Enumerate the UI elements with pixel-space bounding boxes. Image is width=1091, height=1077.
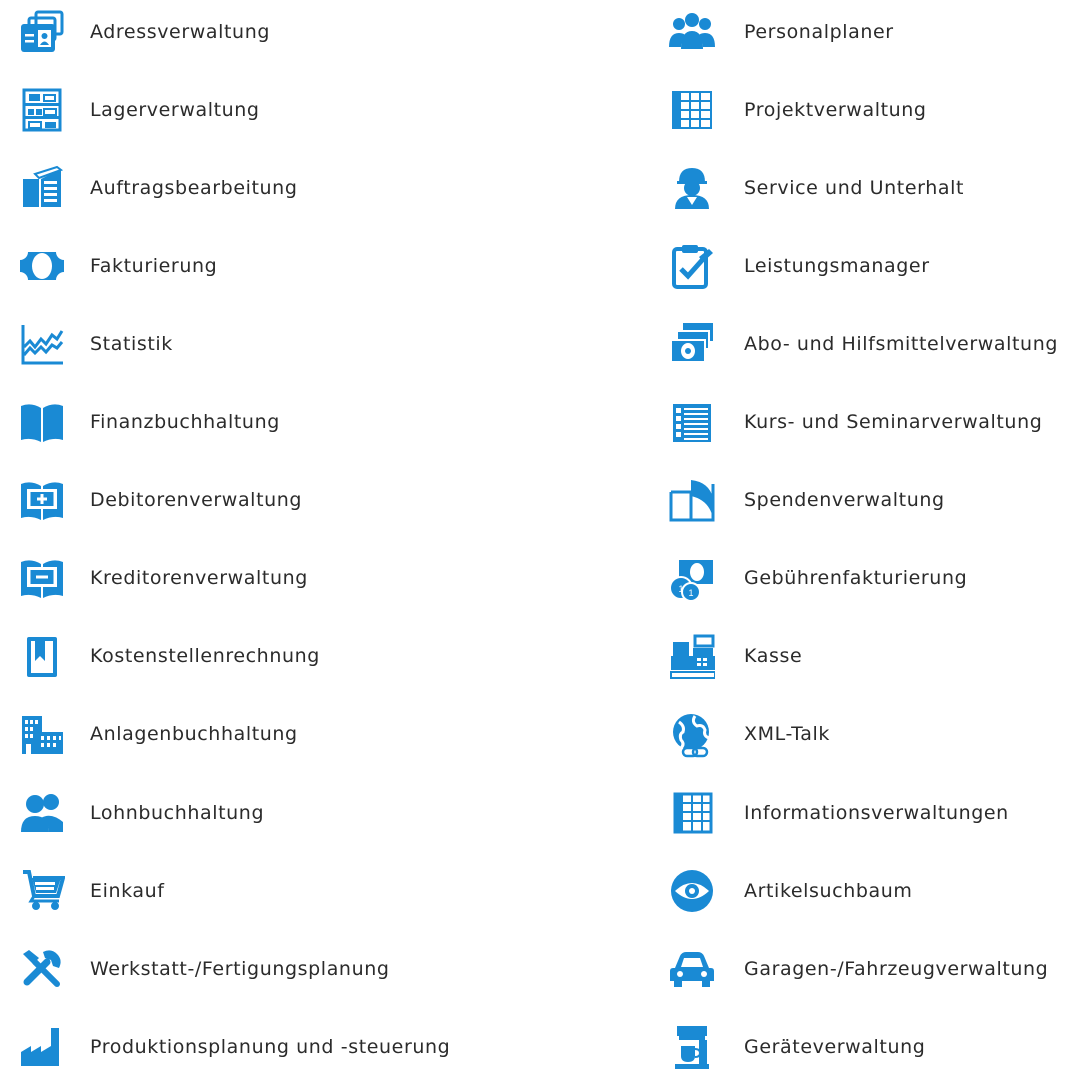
cash-register-icon (668, 633, 716, 681)
info-table-icon (668, 789, 716, 837)
module-item-kostenstellenrechnung[interactable]: Kostenstellenrechnung (18, 631, 320, 683)
module-label: Service und Unterhalt (744, 176, 965, 199)
module-label: Geräteverwaltung (744, 1035, 926, 1058)
module-item-xml-talk[interactable]: XML-Talk (668, 709, 830, 761)
donation-box-icon (668, 477, 716, 525)
module-item-produktionsplanung-und-steuerung[interactable]: Produktionsplanung und -steuerung (18, 1021, 450, 1073)
module-label: Werkstatt-/Fertigungsplanung (90, 957, 390, 980)
module-item-kurs-und-seminarverwaltung[interactable]: Kurs- und Seminarverwaltung (668, 397, 1042, 449)
module-label: Auftragsbearbeitung (90, 176, 298, 199)
module-label: Adressverwaltung (90, 20, 271, 43)
module-item-artikelsuchbaum[interactable]: Artikelsuchbaum (668, 865, 913, 917)
globe-link-icon (668, 711, 716, 759)
svg-text:1: 1 (678, 584, 683, 594)
module-label: Finanzbuchhaltung (90, 411, 280, 433)
svg-text:1: 1 (688, 588, 693, 598)
module-label: Kostenstellenrechnung (90, 645, 320, 668)
module-label: Artikelsuchbaum (744, 879, 913, 902)
module-item-leistungsmanager[interactable]: Leistungsmanager (668, 240, 930, 292)
module-item-gebuhrenfakturierung[interactable]: 1 1 Gebührenfakturierung (668, 553, 967, 605)
module-label: Lohnbuchhaltung (90, 801, 265, 824)
module-item-garagen-fahrzeugverwaltung[interactable]: Garagen-/Fahrzeugverwaltung (668, 943, 1048, 995)
shopping-cart-icon (18, 867, 66, 915)
module-item-kasse[interactable]: Kasse (668, 631, 802, 683)
module-item-spendenverwaltung[interactable]: Spendenverwaltung (668, 475, 945, 527)
module-label: Kurs- und Seminarverwaltung (744, 411, 1043, 433)
module-item-personalplaner[interactable]: Personalplaner (668, 6, 894, 58)
buildings-icon (18, 711, 66, 759)
car-icon (668, 945, 716, 993)
module-item-kreditorenverwaltung[interactable]: Kreditorenverwaltung (18, 553, 308, 605)
document-stack-icon (18, 164, 66, 212)
clipboard-check-icon (668, 242, 716, 290)
eye-icon (668, 867, 716, 915)
book-minus-icon (18, 555, 66, 603)
module-label: Gebührenfakturierung (744, 567, 968, 590)
coins-banknote-icon: 11 (668, 555, 716, 603)
module-label: Personalplaner (744, 20, 894, 43)
open-book-icon (18, 399, 66, 447)
warehouse-shelf-icon (18, 86, 66, 134)
module-label: Lagerverwaltung (90, 98, 260, 121)
module-label: Einkauf (90, 879, 165, 902)
module-label: Produktionsplanung und -steuerung (90, 1035, 451, 1058)
module-item-einkauf[interactable]: Einkauf (18, 865, 165, 917)
module-label: Spendenverwaltung (744, 489, 945, 512)
book-plus-icon (18, 477, 66, 525)
module-label: Garagen-/Fahrzeugverwaltung (744, 957, 1049, 980)
module-item-abo-und-hilfsmittelverwaltung[interactable]: Abo- und Hilfsmittelverwaltung (668, 318, 1058, 370)
module-item-lagerverwaltung[interactable]: Lagerverwaltung (18, 84, 260, 136)
address-card-icon (18, 8, 66, 56)
module-item-werkstatt-fertigungsplanung[interactable]: Werkstatt-/Fertigungsplanung (18, 943, 390, 995)
bookmark-book-icon (18, 633, 66, 681)
module-item-lohnbuchhaltung[interactable]: Lohnbuchhaltung (18, 787, 264, 839)
people-icon (18, 789, 66, 837)
grid-table-icon (668, 86, 716, 134)
list-table-icon (668, 399, 716, 447)
module-label: Projektverwaltung (744, 98, 927, 121)
module-item-statistik[interactable]: Statistik (18, 318, 173, 370)
module-label: Debitorenverwaltung (90, 489, 303, 512)
module-item-finanzbuchhaltung[interactable]: Finanzbuchhaltung (18, 397, 280, 449)
module-item-auftragsbearbeitung[interactable]: Auftragsbearbeitung (18, 162, 298, 214)
module-item-projektverwaltung[interactable]: Projektverwaltung (668, 84, 927, 136)
module-label: XML-Talk (744, 723, 830, 746)
module-label: Anlagenbuchhaltung (90, 723, 298, 746)
module-label: Informationsverwaltungen (744, 801, 1009, 824)
module-item-informationsverwaltungen[interactable]: Informationsverwaltungen (668, 787, 1009, 839)
line-chart-icon (18, 320, 66, 368)
module-label: Leistungsmanager (744, 254, 930, 277)
module-label: Kreditorenverwaltung (90, 567, 308, 590)
team-icon (668, 8, 716, 56)
coffee-machine-icon (668, 1023, 716, 1071)
module-label: Fakturierung (90, 254, 218, 277)
tools-icon (18, 945, 66, 993)
module-label: Kasse (744, 645, 803, 668)
module-label: Statistik (90, 332, 173, 355)
module-label: Abo- und Hilfsmittelverwaltung (744, 332, 1059, 355)
module-item-fakturierung[interactable]: Fakturierung (18, 240, 217, 292)
module-item-service-und-unterhalt[interactable]: Service und Unterhalt (668, 162, 964, 214)
module-item-debitorenverwaltung[interactable]: Debitorenverwaltung (18, 475, 302, 527)
banknote-icon (18, 242, 66, 290)
module-item-adressverwaltung[interactable]: Adressverwaltung (18, 6, 270, 58)
module-item-anlagenbuchhaltung[interactable]: Anlagenbuchhaltung (18, 709, 298, 761)
factory-icon (18, 1023, 66, 1071)
module-item-gerateverwaltung[interactable]: Geräteverwaltung (668, 1021, 925, 1073)
banknote-stack-icon (668, 320, 716, 368)
worker-helmet-icon (668, 164, 716, 212)
